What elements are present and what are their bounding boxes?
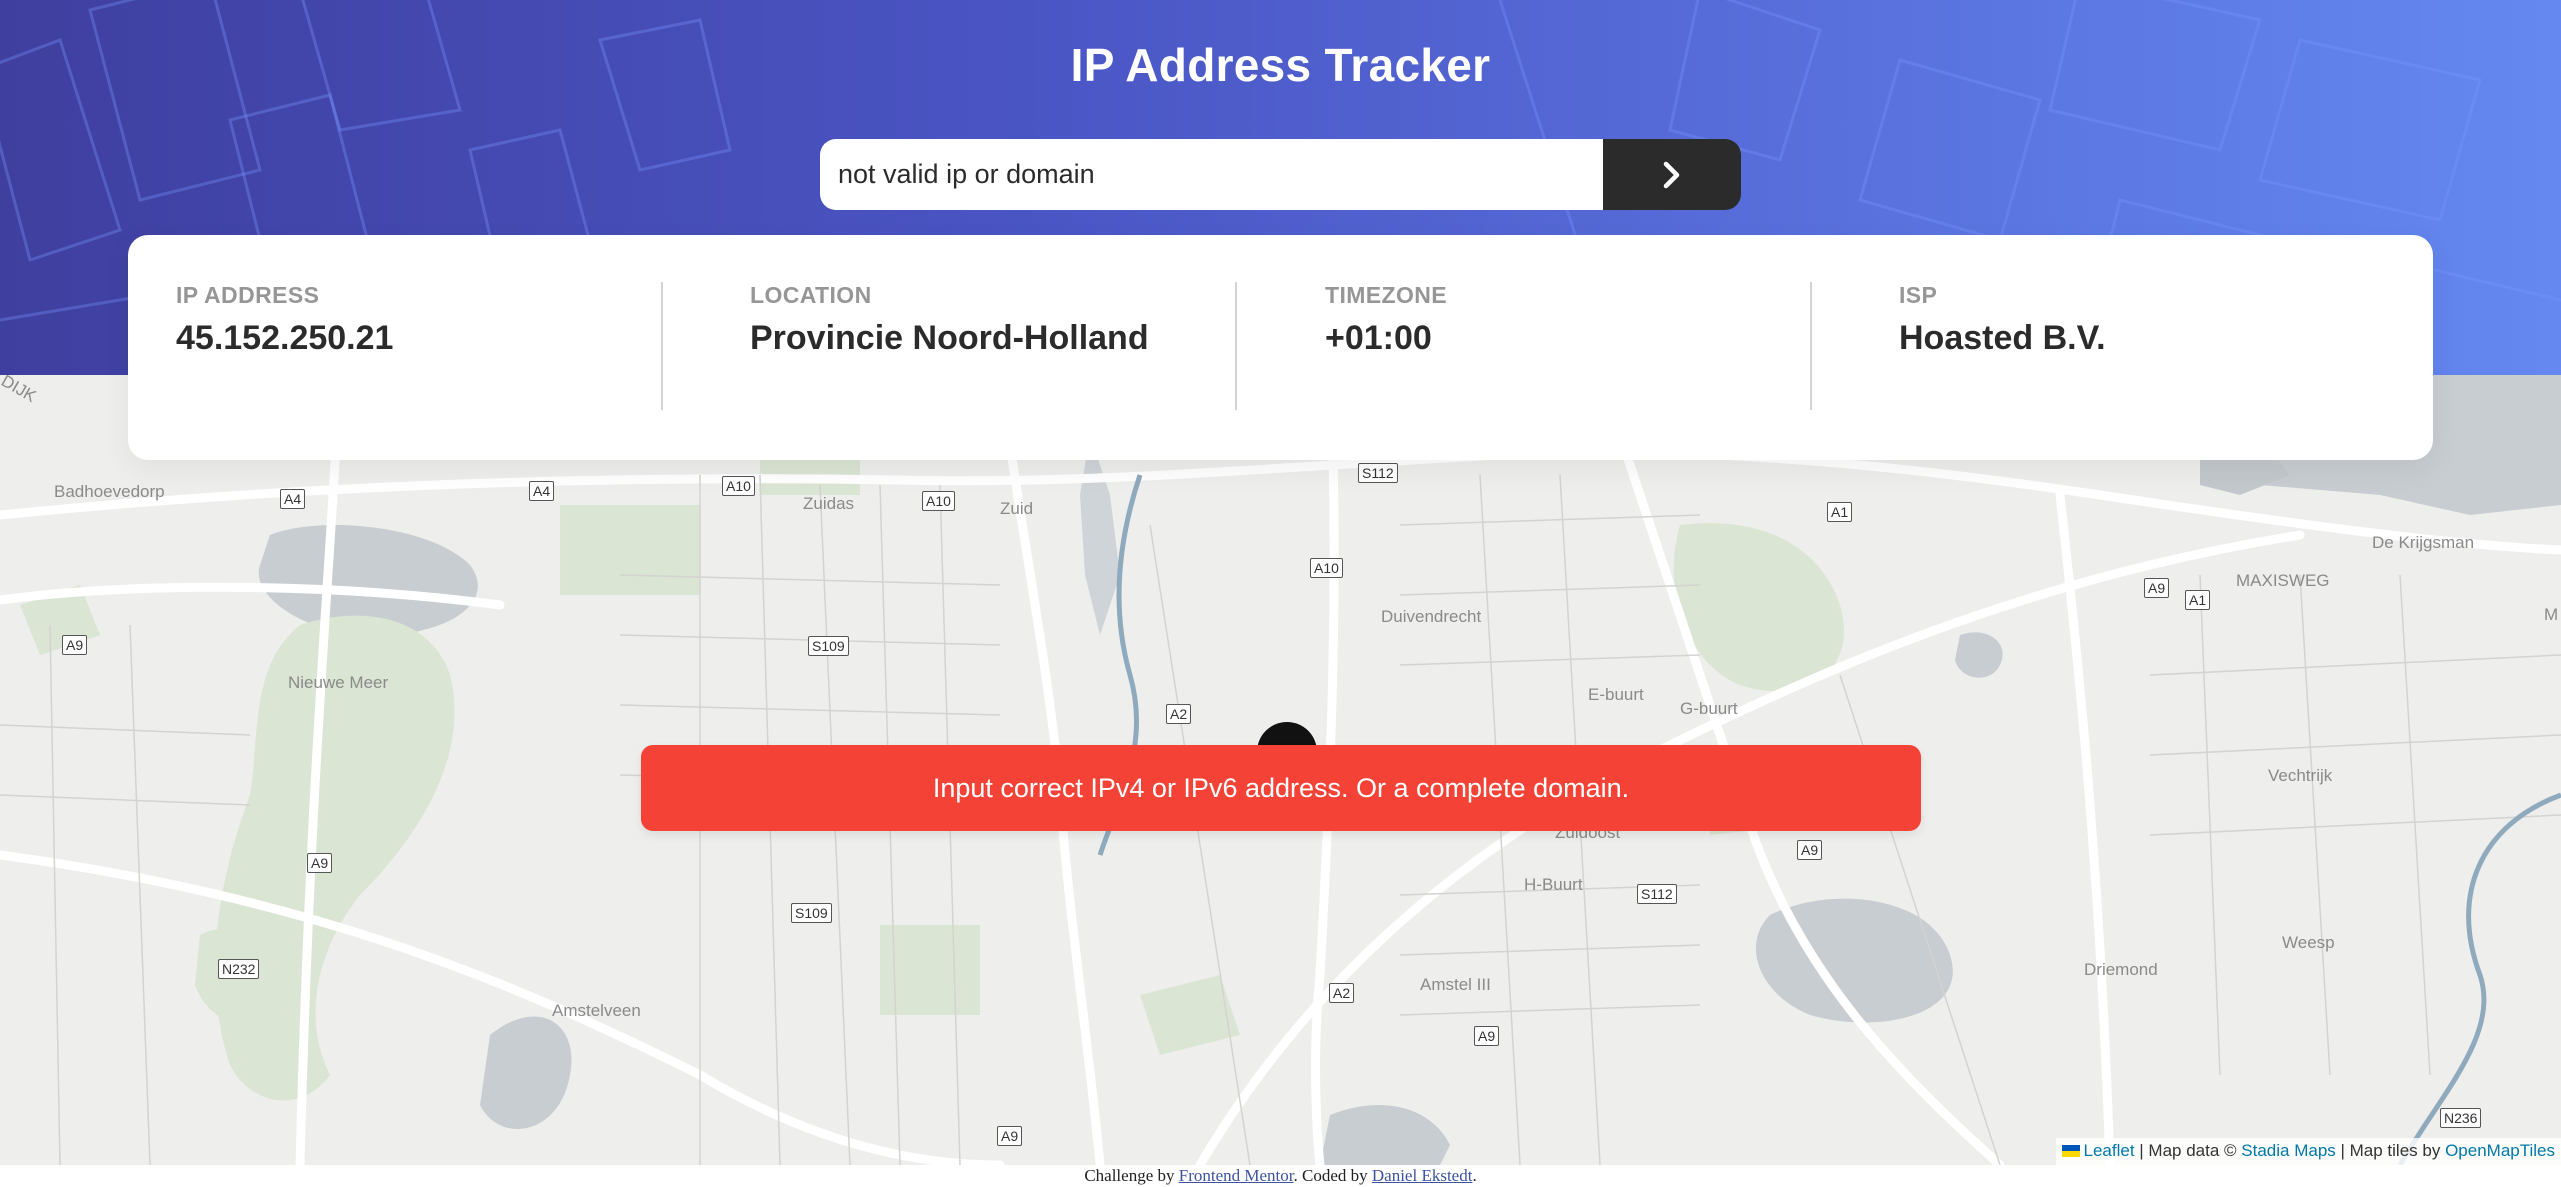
search-submit-button[interactable]	[1603, 139, 1741, 210]
footer-text: . Coded by	[1293, 1166, 1372, 1185]
search-form	[820, 139, 1741, 210]
road-shield: A9	[62, 635, 88, 655]
isp-value: Hoasted B.V.	[1899, 319, 2106, 357]
divider	[1235, 282, 1237, 410]
place-label: Driemond	[2084, 960, 2158, 979]
road-shield: A4	[280, 489, 306, 509]
place-label: Weesp	[2282, 933, 2335, 952]
place-label: Badhoevedorp	[54, 482, 165, 501]
ip-address-value: 45.152.250.21	[176, 319, 394, 357]
frontend-mentor-link[interactable]: Frontend Mentor	[1179, 1166, 1294, 1185]
road-shield: A2	[1329, 983, 1355, 1003]
place-label: H-Buurt	[1524, 875, 1583, 894]
isp-label: ISP	[1899, 282, 1938, 308]
search-input[interactable]	[820, 139, 1603, 210]
timezone-value: +01:00	[1325, 319, 1432, 357]
place-label: MAXISWEG	[2236, 571, 2330, 590]
divider	[1810, 282, 1812, 410]
chevron-right-icon	[1663, 161, 1680, 188]
road-shield: A9	[997, 1126, 1023, 1146]
place-label: Amstel III	[1420, 975, 1491, 994]
road-shield: N232	[218, 959, 260, 979]
place-label: Duivendrecht	[1381, 607, 1482, 626]
road-shield: S109	[808, 636, 849, 656]
place-label: Zuidas	[803, 494, 855, 513]
road-shield: A10	[722, 476, 755, 496]
leaflet-link[interactable]: Leaflet	[2084, 1141, 2135, 1160]
isp-section: ISP Hoasted B.V.	[1899, 282, 2419, 358]
attribution-text: | Map tiles by	[2335, 1141, 2446, 1160]
place-label: Zuid	[1000, 499, 1034, 518]
road-shield: A9	[2144, 578, 2170, 598]
footer-text: Challenge by	[1084, 1166, 1179, 1185]
road-shield: A10	[922, 491, 955, 511]
divider	[661, 282, 663, 410]
openmaptiles-link[interactable]: OpenMapTiles	[2445, 1141, 2555, 1160]
road-shield: A1	[2185, 590, 2211, 610]
place-label: Vechtrijk	[2268, 766, 2333, 785]
road-shield: N236	[2440, 1108, 2482, 1128]
map[interactable]: Badhoevedorp Nieuwe Meer Amstelveen Zuid…	[0, 375, 2561, 1165]
timezone-section: TIMEZONE +01:00	[1325, 282, 1845, 358]
road-shield: A9	[307, 853, 333, 873]
error-message: Input correct IPv4 or IPv6 address. Or a…	[641, 745, 1921, 831]
attribution-text: | Map data ©	[2134, 1141, 2242, 1160]
road-shield: S112	[1358, 463, 1398, 483]
road-shield: A9	[1474, 1026, 1500, 1046]
location-value: Provincie Noord-Holland	[750, 319, 1149, 357]
place-label: De Krijgsman	[2372, 533, 2475, 552]
timezone-label: TIMEZONE	[1325, 282, 1448, 308]
ip-address-label: IP ADDRESS	[176, 282, 320, 308]
map-attribution: Leaflet | Map data © Stadia Maps | Map t…	[2055, 1138, 2561, 1165]
place-label: Nieuwe Meer	[288, 673, 389, 692]
road-shield: S112	[1637, 884, 1677, 904]
road-shield: A10	[1310, 558, 1343, 578]
author-link[interactable]: Daniel Ekstedt	[1372, 1166, 1473, 1185]
road-shield: A2	[1166, 704, 1192, 724]
footer: Challenge by Frontend Mentor. Coded by D…	[0, 1165, 2561, 1187]
stadia-maps-link[interactable]: Stadia Maps	[2241, 1141, 2336, 1160]
road-shield: A9	[1797, 840, 1823, 860]
ip-address-section: IP ADDRESS 45.152.250.21	[176, 282, 696, 358]
footer-text: .	[1472, 1166, 1477, 1185]
location-section: LOCATION Provincie Noord-Holland	[750, 282, 1270, 358]
page-title: IP Address Tracker	[1070, 39, 1491, 91]
road-shield: A4	[529, 481, 555, 501]
place-label: Amstelveen	[552, 1001, 641, 1020]
info-card: IP ADDRESS 45.152.250.21 LOCATION Provin…	[128, 235, 2433, 460]
road-shield: S109	[791, 903, 832, 923]
location-label: LOCATION	[750, 282, 872, 308]
ukraine-flag-icon	[2061, 1145, 2080, 1157]
place-label: M	[2544, 605, 2559, 624]
place-label: G-buurt	[1680, 699, 1738, 718]
place-label: E-buurt	[1588, 685, 1644, 704]
road-shield: A1	[1827, 502, 1853, 522]
